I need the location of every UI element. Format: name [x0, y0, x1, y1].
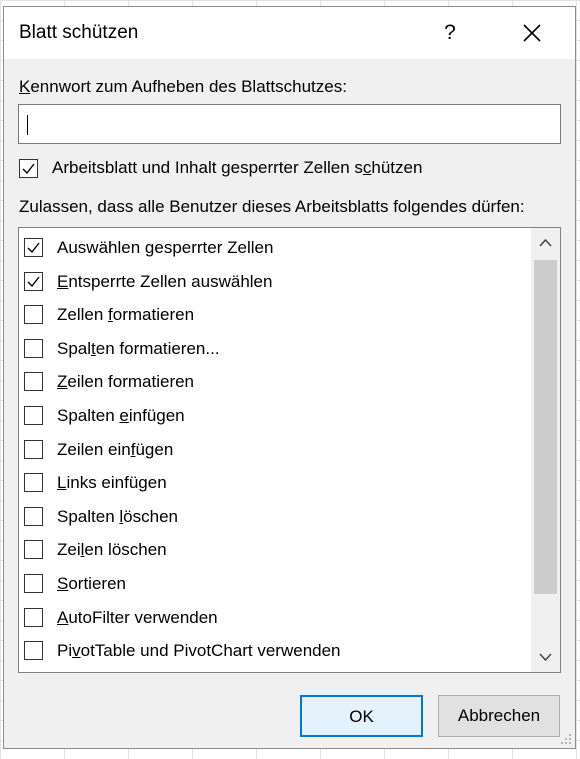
permission-checkbox[interactable]	[24, 372, 43, 392]
close-button[interactable]	[514, 17, 550, 49]
permission-checkbox[interactable]	[24, 506, 43, 526]
permission-item[interactable]: Links einfügen	[24, 468, 524, 498]
protect-sheet-label: Arbeitsblatt und Inhalt gesperrter Zelle…	[52, 158, 423, 177]
vertical-scrollbar[interactable]	[531, 228, 560, 672]
permission-label: Zellen formatieren	[57, 305, 195, 325]
dialog-title: Blatt schützen	[19, 22, 139, 43]
permission-checkbox[interactable]	[24, 271, 43, 291]
permission-item[interactable]: AutoFilter verwenden	[24, 603, 524, 633]
permission-item[interactable]: Zeilen einfügen	[24, 435, 524, 465]
permission-item[interactable]: Zellen formatieren	[24, 300, 524, 330]
checkmark-icon	[27, 242, 40, 254]
title-bar[interactable]: Blatt schützen ?	[4, 7, 575, 59]
permission-label: Entsperrte Zellen auswählen	[57, 271, 273, 291]
permission-item[interactable]: Sortieren	[24, 569, 524, 599]
permission-label: Zeilen formatieren	[57, 372, 195, 392]
permission-label: Spalten einfügen	[57, 406, 185, 425]
allow-label: Zulassen, dass alle Benutzer dieses Arbe…	[19, 197, 525, 216]
permission-label: Auswählen gesperrter Zellen	[57, 238, 274, 257]
text-caret	[27, 115, 28, 135]
scroll-up-button[interactable]	[531, 228, 560, 258]
permission-checkbox[interactable]	[24, 439, 43, 459]
permission-checkbox[interactable]	[24, 574, 43, 593]
permission-label: Zeilen einfügen	[57, 439, 174, 459]
chevron-down-icon	[539, 653, 552, 662]
permission-checkbox[interactable]	[24, 473, 43, 493]
checkmark-icon	[27, 276, 40, 287]
permission-item[interactable]: Zeilen formatieren	[24, 367, 524, 397]
permission-checkbox[interactable]	[24, 238, 43, 257]
permission-checkbox[interactable]	[24, 305, 43, 325]
permission-item[interactable]: Spalten formatieren...	[24, 334, 524, 364]
protect-sheet-checkbox[interactable]	[19, 159, 38, 178]
permission-checkbox[interactable]	[24, 540, 43, 560]
ok-button[interactable]: OK	[300, 695, 423, 737]
permission-item[interactable]: PivotTable und PivotChart verwenden	[24, 636, 524, 666]
permission-checkbox[interactable]	[24, 338, 43, 358]
permission-item[interactable]: Auswählen gesperrter Zellen	[24, 233, 524, 263]
checkmark-icon	[22, 163, 35, 175]
close-icon	[523, 24, 541, 42]
permission-checkbox[interactable]	[24, 641, 43, 661]
permission-label: Sortieren	[57, 574, 126, 593]
permissions-list[interactable]: Auswählen gesperrter Zellen Entsperrte Ze…	[18, 227, 561, 673]
permission-label: PivotTable und PivotChart verwenden	[57, 641, 341, 661]
permission-item[interactable]: Spalten löschen	[24, 502, 524, 532]
resize-grip-icon[interactable]	[559, 732, 573, 746]
protect-sheet-dialog: Blatt schützen ? Kennwort zum Aufheben d…	[3, 6, 576, 749]
chevron-up-icon	[539, 238, 552, 247]
password-label: Kennwort zum Aufheben des Blattschutzes:	[19, 77, 347, 96]
permission-label: Spalten löschen	[57, 506, 178, 526]
permission-item[interactable]: Entsperrte Zellen auswählen	[24, 267, 524, 297]
help-button[interactable]: ?	[432, 17, 468, 49]
permission-label: AutoFilter verwenden	[57, 607, 218, 627]
cancel-button[interactable]: Abbrechen	[438, 695, 560, 737]
permission-item[interactable]: Spalten einfügen	[24, 401, 524, 431]
permission-label: Zeilen löschen	[57, 540, 167, 560]
scroll-down-button[interactable]	[531, 642, 560, 672]
password-input[interactable]	[18, 104, 561, 144]
permission-label: Spalten formatieren...	[57, 338, 220, 358]
permission-checkbox[interactable]	[24, 607, 43, 627]
permission-checkbox[interactable]	[24, 406, 43, 425]
scrollbar-thumb[interactable]	[534, 260, 557, 594]
permission-item-partial[interactable]	[24, 670, 524, 672]
permission-label: Links einfügen	[57, 473, 167, 493]
permission-item[interactable]: Zeilen löschen	[24, 535, 524, 565]
